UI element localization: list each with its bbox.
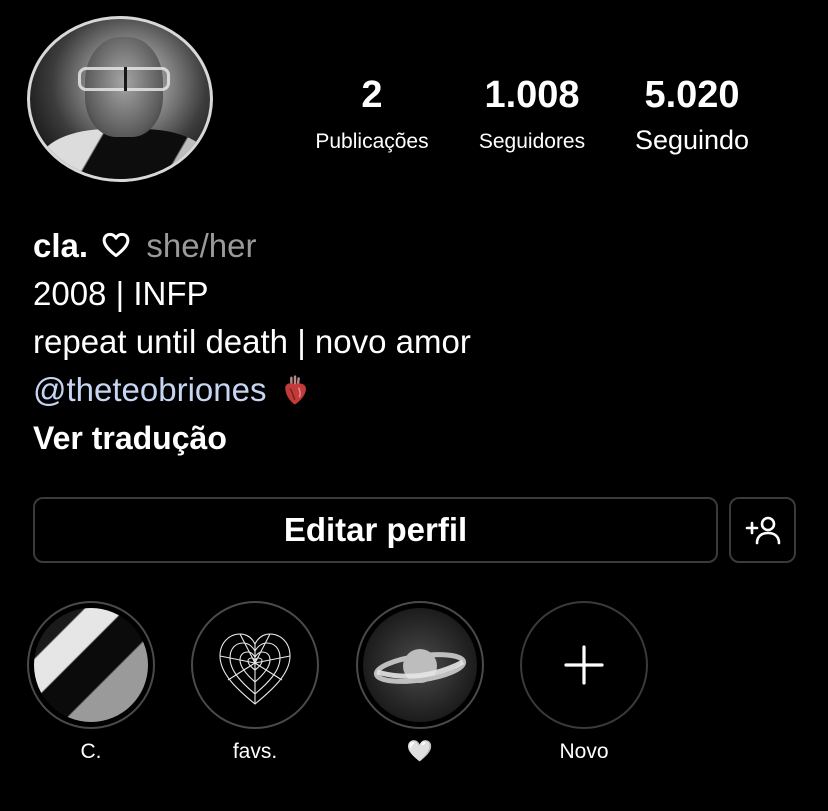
spiderweb-heart-icon [198,608,312,722]
profile-bio: cla. she/her 2008 | INFP repeat until de… [33,222,793,462]
highlight-ring [356,601,484,729]
stat-following-value: 5.020 [644,74,740,116]
heart-outline-icon [102,232,130,258]
highlight-label: 🤍 [406,740,434,763]
highlight-favs[interactable]: favs. [191,601,319,765]
highlight-label: Novo [559,740,609,763]
avatar-glasses [78,67,170,91]
photo-thumbnail-icon [34,608,148,722]
bio-name-line: cla. she/her [33,222,793,270]
stat-posts-value: 2 [361,74,383,116]
stat-following[interactable]: 5.020 Seguindo [617,74,767,155]
plus-icon [564,645,604,685]
add-person-icon [745,516,780,545]
anatomical-heart-icon [284,375,306,405]
bio-line-1: 2008 | INFP [33,275,209,312]
edit-profile-button[interactable]: Editar perfil [33,497,718,563]
saturn-photo-icon [363,608,477,722]
bio-mention-link[interactable]: @theteobriones [33,371,266,408]
highlight-c[interactable]: C. [27,601,155,765]
stat-followers-label: Seguidores [478,130,586,153]
discover-people-button[interactable] [729,497,796,563]
bio-mention-line: @theteobriones [33,366,793,414]
highlight-ring [191,601,319,729]
profile-avatar[interactable] [27,16,213,182]
stat-following-label: Seguindo [634,125,750,155]
stat-posts-label: Publicações [315,130,429,153]
highlight-label: favs. [232,740,278,763]
profile-pronouns: she/her [146,227,257,264]
highlight-ring [27,601,155,729]
highlight-ring [520,601,648,729]
see-translation-link[interactable]: Ver tradução [33,414,793,462]
profile-name: cla. [33,227,89,264]
bio-line-2: repeat until death | novo amor [33,323,471,360]
stat-followers[interactable]: 1.008 Seguidores [458,75,606,155]
highlight-heart[interactable]: 🤍 [356,601,484,765]
highlight-label: C. [80,740,102,763]
stat-followers-value: 1.008 [484,74,580,116]
highlight-new[interactable]: Novo [520,601,648,765]
stat-posts[interactable]: 2 Publicações [300,75,444,155]
